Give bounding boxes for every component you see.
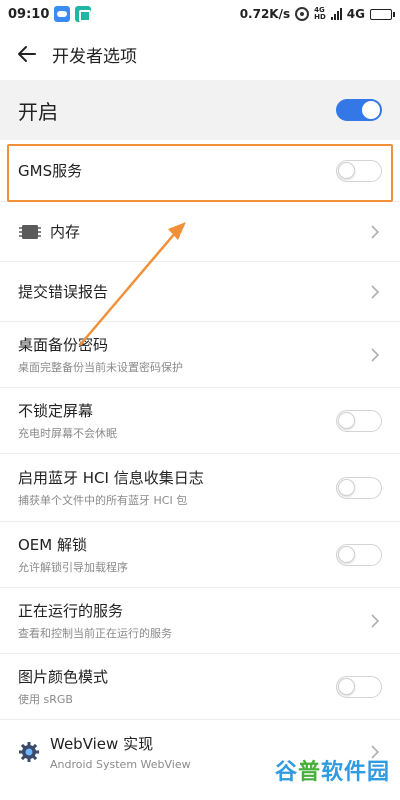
setting-row-stay-awake[interactable]: 不锁定屏幕 充电时屏幕不会休眠	[0, 388, 400, 454]
setting-title: 启用蓝牙 HCI 信息收集日志	[18, 469, 204, 487]
setting-subtitle: 允许解锁引导加载程序	[18, 561, 128, 574]
setting-title: 桌面备份密码	[18, 336, 109, 354]
arrow-left-icon[interactable]	[14, 41, 40, 67]
setting-subtitle: 捕获单个文件中的所有蓝牙 HCI 包	[18, 494, 188, 507]
network-speed: 0.72K/s	[239, 7, 291, 21]
developer-options-master-switch[interactable]: 开启	[0, 80, 400, 140]
network-label: 4G	[346, 7, 365, 21]
title-bar: 开发者选项	[0, 28, 400, 80]
gear-icon	[19, 742, 39, 762]
notification-app-icon	[54, 6, 71, 22]
chevron-right-icon	[368, 224, 382, 239]
setting-title: OEM 解锁	[18, 536, 87, 554]
net-badge-bottom: HD	[314, 13, 326, 21]
setting-row-color-mode[interactable]: 图片颜色模式 使用 sRGB	[0, 654, 400, 720]
setting-subtitle: 查看和控制当前正在运行的服务	[18, 627, 172, 640]
stay-awake-toggle[interactable]	[336, 409, 382, 432]
setting-subtitle: 使用 sRGB	[18, 693, 73, 706]
signal-strength-icon	[330, 8, 342, 20]
page-title: 开发者选项	[52, 46, 137, 67]
setting-subtitle: 桌面完整备份当前未设置密码保护	[18, 361, 183, 374]
setting-title: 内存	[50, 223, 81, 241]
watermark-part-a: 谷	[274, 760, 298, 785]
watermark-logo: 谷普软件园	[275, 754, 390, 786]
chevron-right-icon	[368, 347, 382, 362]
setting-title: GMS服务	[18, 162, 83, 180]
setting-title: WebView 实现	[50, 735, 154, 753]
setting-row-memory[interactable]: 内存	[0, 202, 400, 262]
memory-chip-icon	[19, 224, 41, 239]
status-time: 09:10	[8, 6, 50, 22]
setting-row-oem-unlock[interactable]: OEM 解锁 允许解锁引导加载程序	[0, 522, 400, 588]
setting-title: 不锁定屏幕	[18, 402, 94, 420]
setting-row-gms[interactable]: GMS服务	[0, 140, 400, 202]
master-switch-label: 开启	[18, 99, 58, 124]
scanner-app-icon	[75, 6, 92, 22]
color-mode-toggle[interactable]	[336, 675, 382, 698]
chevron-right-icon	[368, 613, 382, 628]
battery-icon	[370, 8, 395, 20]
watermark-part-b: 普	[297, 760, 321, 785]
hotspot-icon	[295, 7, 310, 21]
setting-row-backup-password[interactable]: 桌面备份密码 桌面完整备份当前未设置密码保护	[0, 322, 400, 388]
setting-title: 提交错误报告	[18, 283, 109, 301]
watermark-part-c: 软件园	[320, 760, 390, 785]
status-bar: 09:10 0.72K/s 4G HD 4G	[0, 0, 400, 28]
setting-title: 图片颜色模式	[18, 668, 109, 686]
setting-row-bug-report[interactable]: 提交错误报告	[0, 262, 400, 322]
settings-list: GMS服务 内存 提交错误报告 桌面备份密码 桌面完整备份当前未设置密码保护 不…	[0, 140, 400, 784]
setting-row-running-services[interactable]: 正在运行的服务 查看和控制当前正在运行的服务	[0, 588, 400, 654]
setting-row-bt-hci-log[interactable]: 启用蓝牙 HCI 信息收集日志 捕获单个文件中的所有蓝牙 HCI 包	[0, 454, 400, 522]
master-toggle[interactable]	[336, 99, 382, 121]
network-type-badge: 4G HD	[314, 7, 326, 21]
setting-subtitle: 充电时屏幕不会休眠	[18, 427, 117, 440]
oem-unlock-toggle[interactable]	[336, 543, 382, 566]
setting-title: 正在运行的服务	[18, 602, 124, 620]
bt-hci-log-toggle[interactable]	[336, 476, 382, 499]
chevron-right-icon	[368, 284, 382, 299]
gms-toggle[interactable]	[336, 159, 382, 182]
